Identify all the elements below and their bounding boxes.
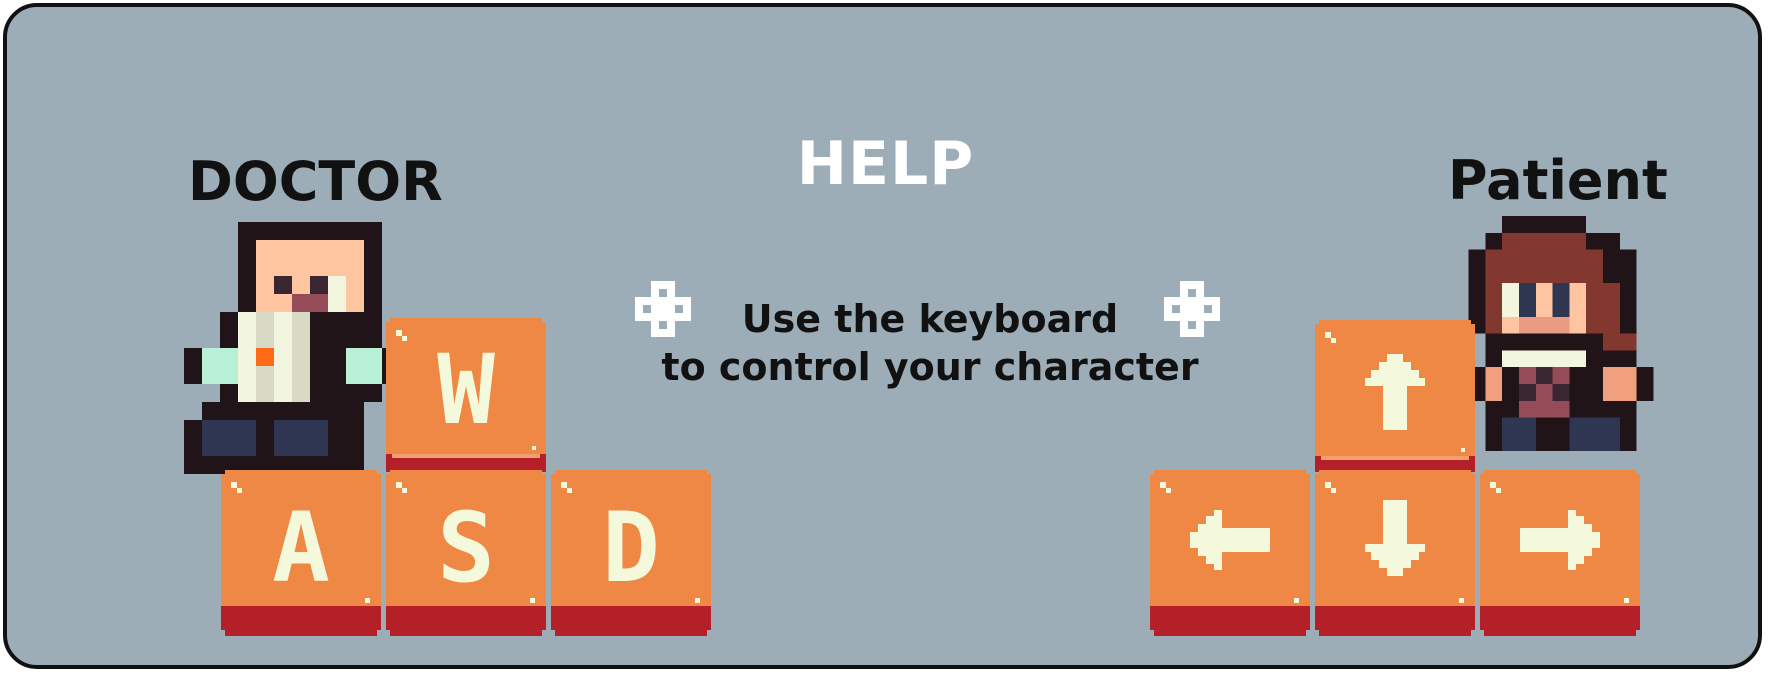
s-key-label: S: [437, 492, 495, 604]
left-arrow-key[interactable]: [1150, 470, 1310, 636]
a-key[interactable]: A: [221, 470, 381, 636]
instructions: Use the keyboard to control your charact…: [620, 295, 1240, 391]
patient-label: Patient: [1448, 149, 1668, 212]
down-arrow-key[interactable]: [1315, 470, 1475, 636]
doctor-label: DOCTOR: [188, 150, 443, 213]
w-key[interactable]: W: [386, 318, 546, 476]
up-arrow-key[interactable]: [1315, 320, 1475, 476]
patient-sprite: [1468, 216, 1654, 452]
d-key-label: D: [602, 492, 660, 604]
instruction-line-2: to control your character: [661, 345, 1199, 389]
s-key[interactable]: S: [386, 470, 546, 636]
w-key-label: W: [437, 334, 495, 446]
instruction-line-1: Use the keyboard: [741, 297, 1119, 341]
a-key-label: A: [272, 492, 330, 604]
doctor-sprite: [184, 222, 400, 474]
d-key[interactable]: D: [551, 470, 711, 636]
right-arrow-key[interactable]: [1480, 470, 1640, 636]
